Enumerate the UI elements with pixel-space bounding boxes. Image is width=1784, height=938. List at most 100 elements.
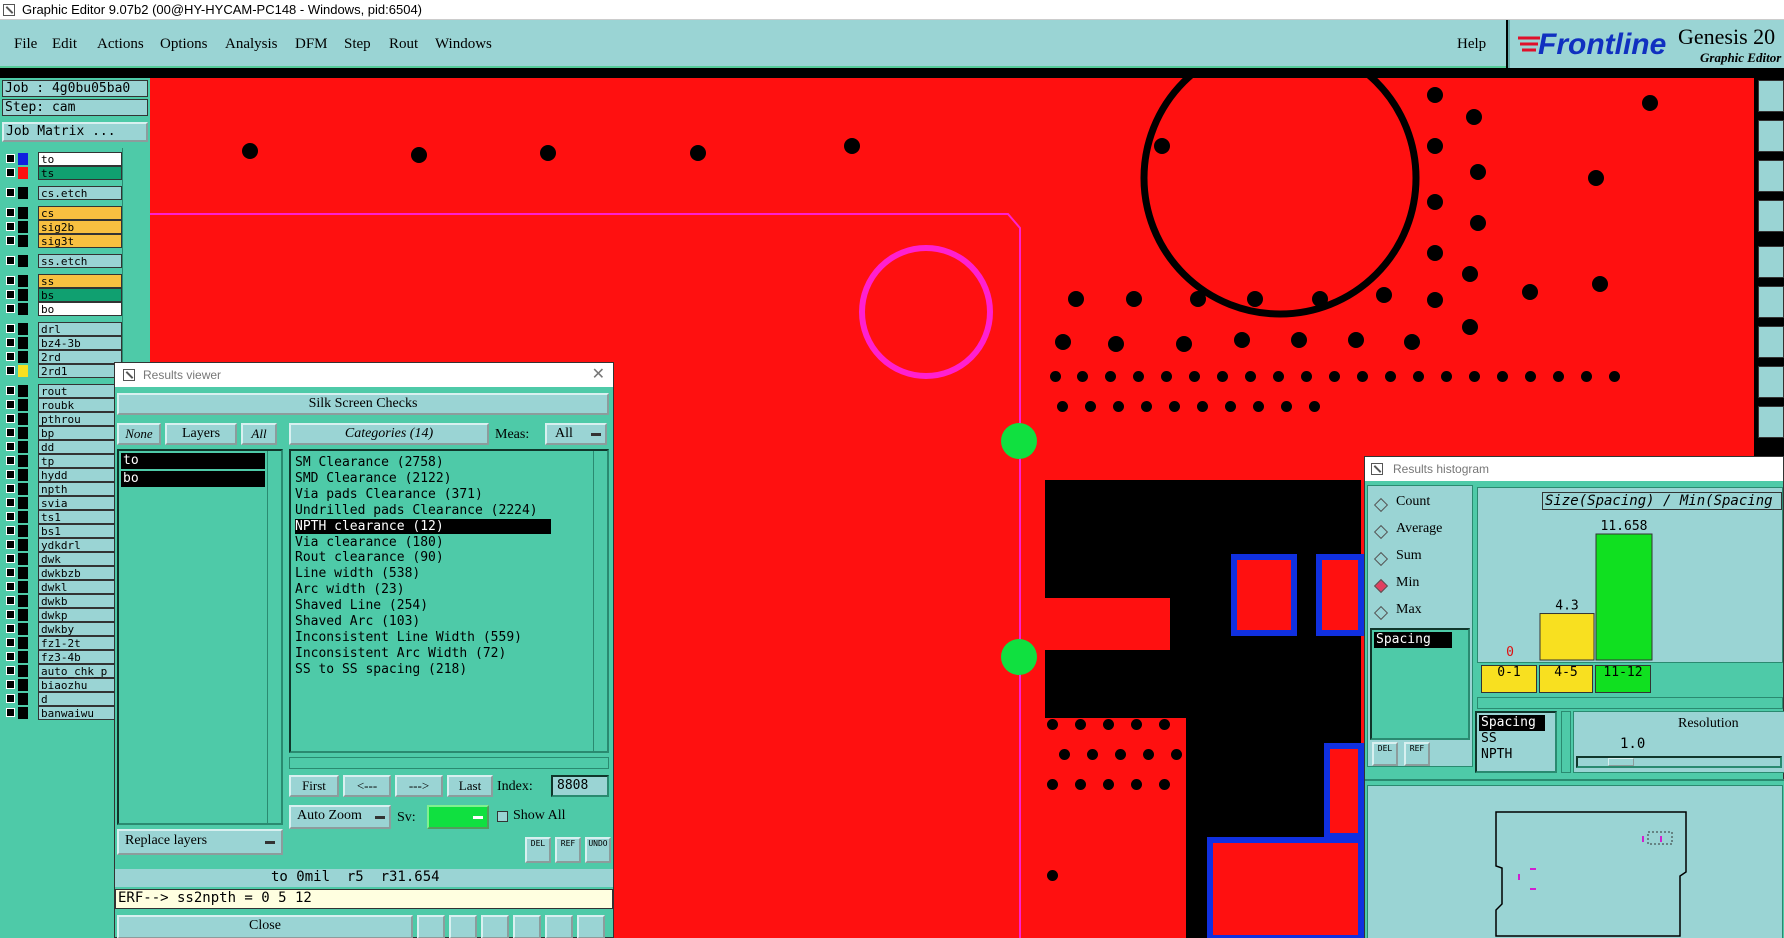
layer-row-fz1-2t[interactable]: fz1-2t [4, 636, 122, 650]
meas-dropdown[interactable]: All [545, 423, 607, 445]
layer-checkbox[interactable] [6, 596, 15, 605]
attribute-selected[interactable]: Spacing [1374, 632, 1452, 648]
prev-button[interactable]: <--- [343, 775, 391, 797]
histogram-ref-button[interactable]: REF [1404, 742, 1430, 766]
bin-11-12[interactable]: 11-12 [1595, 665, 1651, 693]
tool-button-9[interactable] [1758, 406, 1784, 438]
histogram-del-button[interactable]: DEL [1372, 742, 1398, 766]
layer-checkbox[interactable] [6, 290, 15, 299]
category-item[interactable]: Line width (538) [295, 566, 551, 581]
tool-button-2[interactable] [1758, 120, 1784, 152]
layer-row-dwkby[interactable]: dwkby [4, 622, 122, 636]
category-item[interactable]: Inconsistent Arc Width (72) [295, 646, 551, 661]
layer-name[interactable]: dwkby [38, 622, 122, 636]
last-button[interactable]: Last [447, 775, 493, 797]
category-item[interactable]: Arc width (23) [295, 582, 551, 597]
category-item[interactable]: Rout clearance (90) [295, 550, 551, 565]
layer-row-sig3t[interactable]: sig3t [4, 234, 122, 248]
layer-name[interactable]: bs1 [38, 524, 122, 538]
layer-checkbox[interactable] [6, 638, 15, 647]
menu-help[interactable]: Help [1457, 36, 1486, 53]
menu-step[interactable]: Step [344, 36, 371, 53]
bin-0-1[interactable]: 0-1 [1481, 665, 1537, 693]
attribute-item-spacing[interactable]: Spacing [1479, 715, 1545, 731]
categories-button[interactable]: Categories (14) [289, 423, 489, 445]
layer-checkbox[interactable] [6, 652, 15, 661]
layer-row-bz4-3b[interactable]: bz4-3b [4, 336, 122, 350]
layer-name[interactable]: to [38, 152, 122, 166]
layer-name[interactable]: hydd [38, 468, 122, 482]
layer-name[interactable]: sig3t [38, 234, 122, 248]
layer-checkbox[interactable] [6, 386, 15, 395]
layer-row-svia[interactable]: svia [4, 496, 122, 510]
menu-rout[interactable]: Rout [389, 36, 418, 53]
layer-row-bp[interactable]: bp [4, 426, 122, 440]
layer-name[interactable]: tp [38, 454, 122, 468]
layer-name[interactable]: 2rd1 [38, 364, 122, 378]
close-button[interactable]: Close [117, 915, 413, 938]
menu-windows[interactable]: Windows [435, 36, 492, 53]
layer-row-npth[interactable]: npth [4, 482, 122, 496]
job-matrix-button[interactable]: Job Matrix ... [2, 122, 148, 142]
layer-checkbox[interactable] [6, 498, 15, 507]
layer-row-banwaiwu[interactable]: banwaiwu [4, 706, 122, 720]
undo-button[interactable]: UNDO [585, 837, 611, 863]
category-item[interactable]: NPTH clearance (12) [295, 518, 551, 534]
layer-checkbox[interactable] [6, 526, 15, 535]
layer-name[interactable]: ss.etch [38, 254, 122, 268]
layer-name[interactable]: npth [38, 482, 122, 496]
bin-4-5[interactable]: 4-5 [1539, 665, 1593, 693]
layer-name[interactable]: dwkbzb [38, 566, 122, 580]
layer-name[interactable]: auto_chk_p [38, 664, 122, 678]
layer-checkbox[interactable] [6, 610, 15, 619]
layer-name[interactable]: ss [38, 274, 122, 288]
layer-checkbox[interactable] [6, 428, 15, 437]
sv-color-dropdown[interactable] [427, 805, 489, 829]
layer-checkbox[interactable] [6, 154, 15, 163]
first-button[interactable]: First [289, 775, 339, 797]
attribute-item-ss[interactable]: SS [1481, 731, 1497, 746]
menu-dfm[interactable]: DFM [295, 36, 328, 53]
layer-checkbox[interactable] [6, 694, 15, 703]
layer-checkbox[interactable] [6, 456, 15, 465]
layer-name[interactable]: dwkb [38, 594, 122, 608]
close-icon[interactable]: ✕ [592, 363, 605, 387]
layer-checkbox[interactable] [6, 324, 15, 333]
sum-radio[interactable] [1373, 551, 1389, 567]
layer-row-dwkb[interactable]: dwkb [4, 594, 122, 608]
attribute-item-npth[interactable]: NPTH [1481, 747, 1512, 762]
category-item[interactable]: SMD Clearance (2122) [295, 471, 551, 486]
tool-button-5[interactable] [1758, 246, 1784, 278]
category-item[interactable]: Shaved Arc (103) [295, 614, 551, 629]
layer-row-dwkl[interactable]: dwkl [4, 580, 122, 594]
menu-edit[interactable]: Edit [52, 36, 77, 53]
layer-name[interactable]: d [38, 692, 122, 706]
tool-icon-1[interactable] [417, 915, 445, 938]
layer-row-ss[interactable]: ss [4, 274, 122, 288]
layer-row-ts1[interactable]: ts1 [4, 510, 122, 524]
attribute-list[interactable]: Spacing SS NPTH [1475, 711, 1557, 773]
layer-checkbox[interactable] [6, 582, 15, 591]
layer-name[interactable]: cs [38, 206, 122, 220]
resolution-slider[interactable] [1576, 756, 1782, 768]
layer-row-dd[interactable]: dd [4, 440, 122, 454]
layer-checkbox[interactable] [6, 470, 15, 479]
resolution-slider-thumb[interactable] [1608, 758, 1634, 766]
tool-button-4[interactable] [1758, 200, 1784, 232]
none-button[interactable]: None [117, 423, 161, 445]
categories-scrollbar[interactable] [593, 451, 607, 751]
layer-row-bo[interactable]: bo [4, 302, 122, 316]
layer-row-fz3-4b[interactable]: fz3-4b [4, 650, 122, 664]
layer-checkbox[interactable] [6, 352, 15, 361]
layer-name[interactable]: cs.etch [38, 186, 122, 200]
layer-name[interactable]: fz3-4b [38, 650, 122, 664]
layer-name[interactable]: bz4-3b [38, 336, 122, 350]
layer-row-2rd1[interactable]: 2rd1 [4, 364, 122, 378]
layer-row-to[interactable]: to [4, 152, 122, 166]
layer-row-d[interactable]: d [4, 692, 122, 706]
layer-row-dwkbzb[interactable]: dwkbzb [4, 566, 122, 580]
layer-name[interactable]: banwaiwu [38, 706, 122, 720]
layer-checkbox[interactable] [6, 276, 15, 285]
attribute-select-list[interactable]: Spacing [1370, 628, 1470, 740]
layer-name[interactable]: biaozhu [38, 678, 122, 692]
